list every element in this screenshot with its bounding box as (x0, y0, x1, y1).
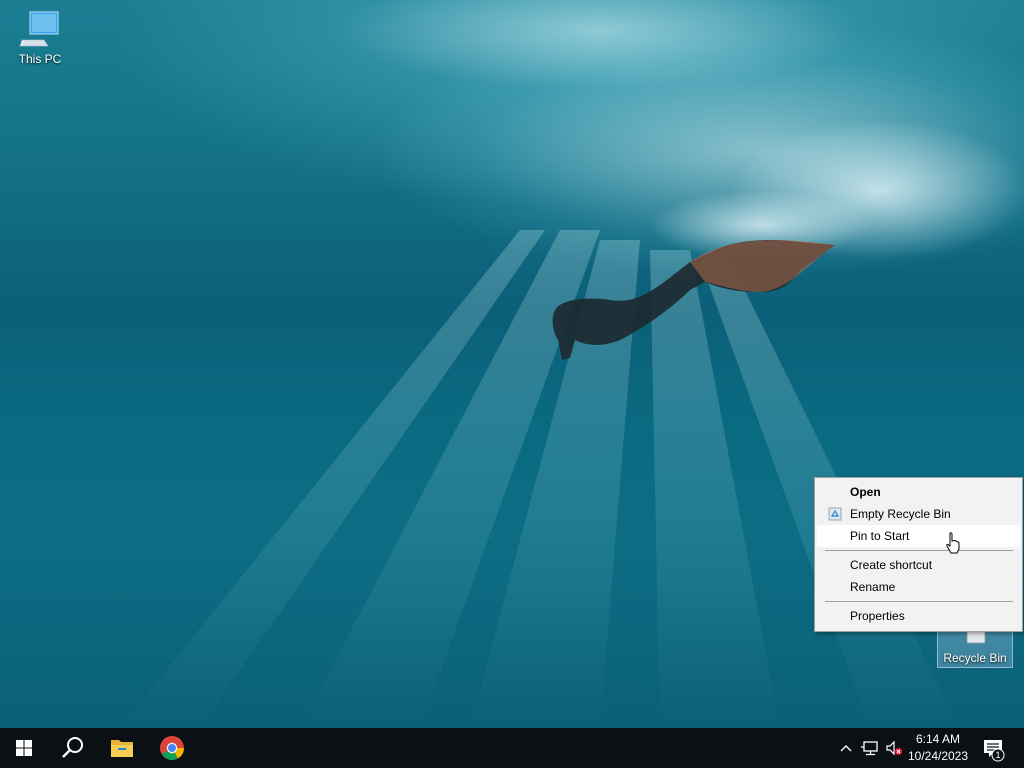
menu-item-open[interactable]: Open (817, 481, 1020, 503)
network-icon[interactable] (860, 738, 880, 758)
menu-item-label: Create shortcut (850, 558, 933, 572)
search-button[interactable] (48, 728, 96, 768)
menu-item-rename[interactable]: Rename (817, 576, 1020, 598)
desktop[interactable]: This PC Recycle Bin Open Empty Recycle B… (0, 0, 1024, 768)
chevron-up-icon[interactable] (836, 738, 856, 758)
menu-separator (825, 601, 1013, 602)
recycle-bin-small-icon (828, 507, 842, 521)
search-icon (62, 737, 83, 758)
taskbar: 6:14 AM 10/24/2023 1 (0, 728, 1024, 768)
file-explorer-icon (111, 740, 133, 757)
computer-icon (19, 11, 59, 47)
windows-start-icon (16, 740, 32, 756)
recycle-bin-label: Recycle Bin (943, 651, 1007, 665)
file-explorer-button[interactable] (98, 728, 146, 768)
menu-item-empty-recycle-bin[interactable]: Empty Recycle Bin (817, 503, 1020, 525)
chrome-button[interactable] (148, 728, 196, 768)
menu-separator (825, 550, 1013, 551)
context-menu: Open Empty Recycle Bin Pin to Start Crea… (814, 477, 1023, 632)
menu-item-properties[interactable]: Properties (817, 605, 1020, 627)
menu-item-label: Empty Recycle Bin (850, 507, 951, 521)
start-button[interactable] (0, 728, 48, 768)
taskbar-clock[interactable]: 6:14 AM 10/24/2023 (900, 731, 976, 765)
action-center-button[interactable]: 1 (980, 728, 1016, 768)
mouse-cursor-icon (946, 532, 960, 554)
menu-item-create-shortcut[interactable]: Create shortcut (817, 554, 1020, 576)
this-pc-label: This PC (18, 52, 62, 66)
notification-count: 1 (995, 750, 1001, 760)
this-pc-desktop-icon[interactable]: This PC (2, 10, 78, 66)
menu-item-label: Pin to Start (850, 529, 910, 543)
clock-date: 10/24/2023 (907, 749, 969, 763)
chrome-icon (160, 736, 184, 761)
menu-item-label: Properties (850, 609, 905, 623)
menu-item-pin-to-start[interactable]: Pin to Start (817, 525, 1020, 547)
menu-item-label: Rename (850, 580, 896, 594)
menu-item-label: Open (850, 485, 881, 499)
clock-time: 6:14 AM (915, 732, 961, 746)
